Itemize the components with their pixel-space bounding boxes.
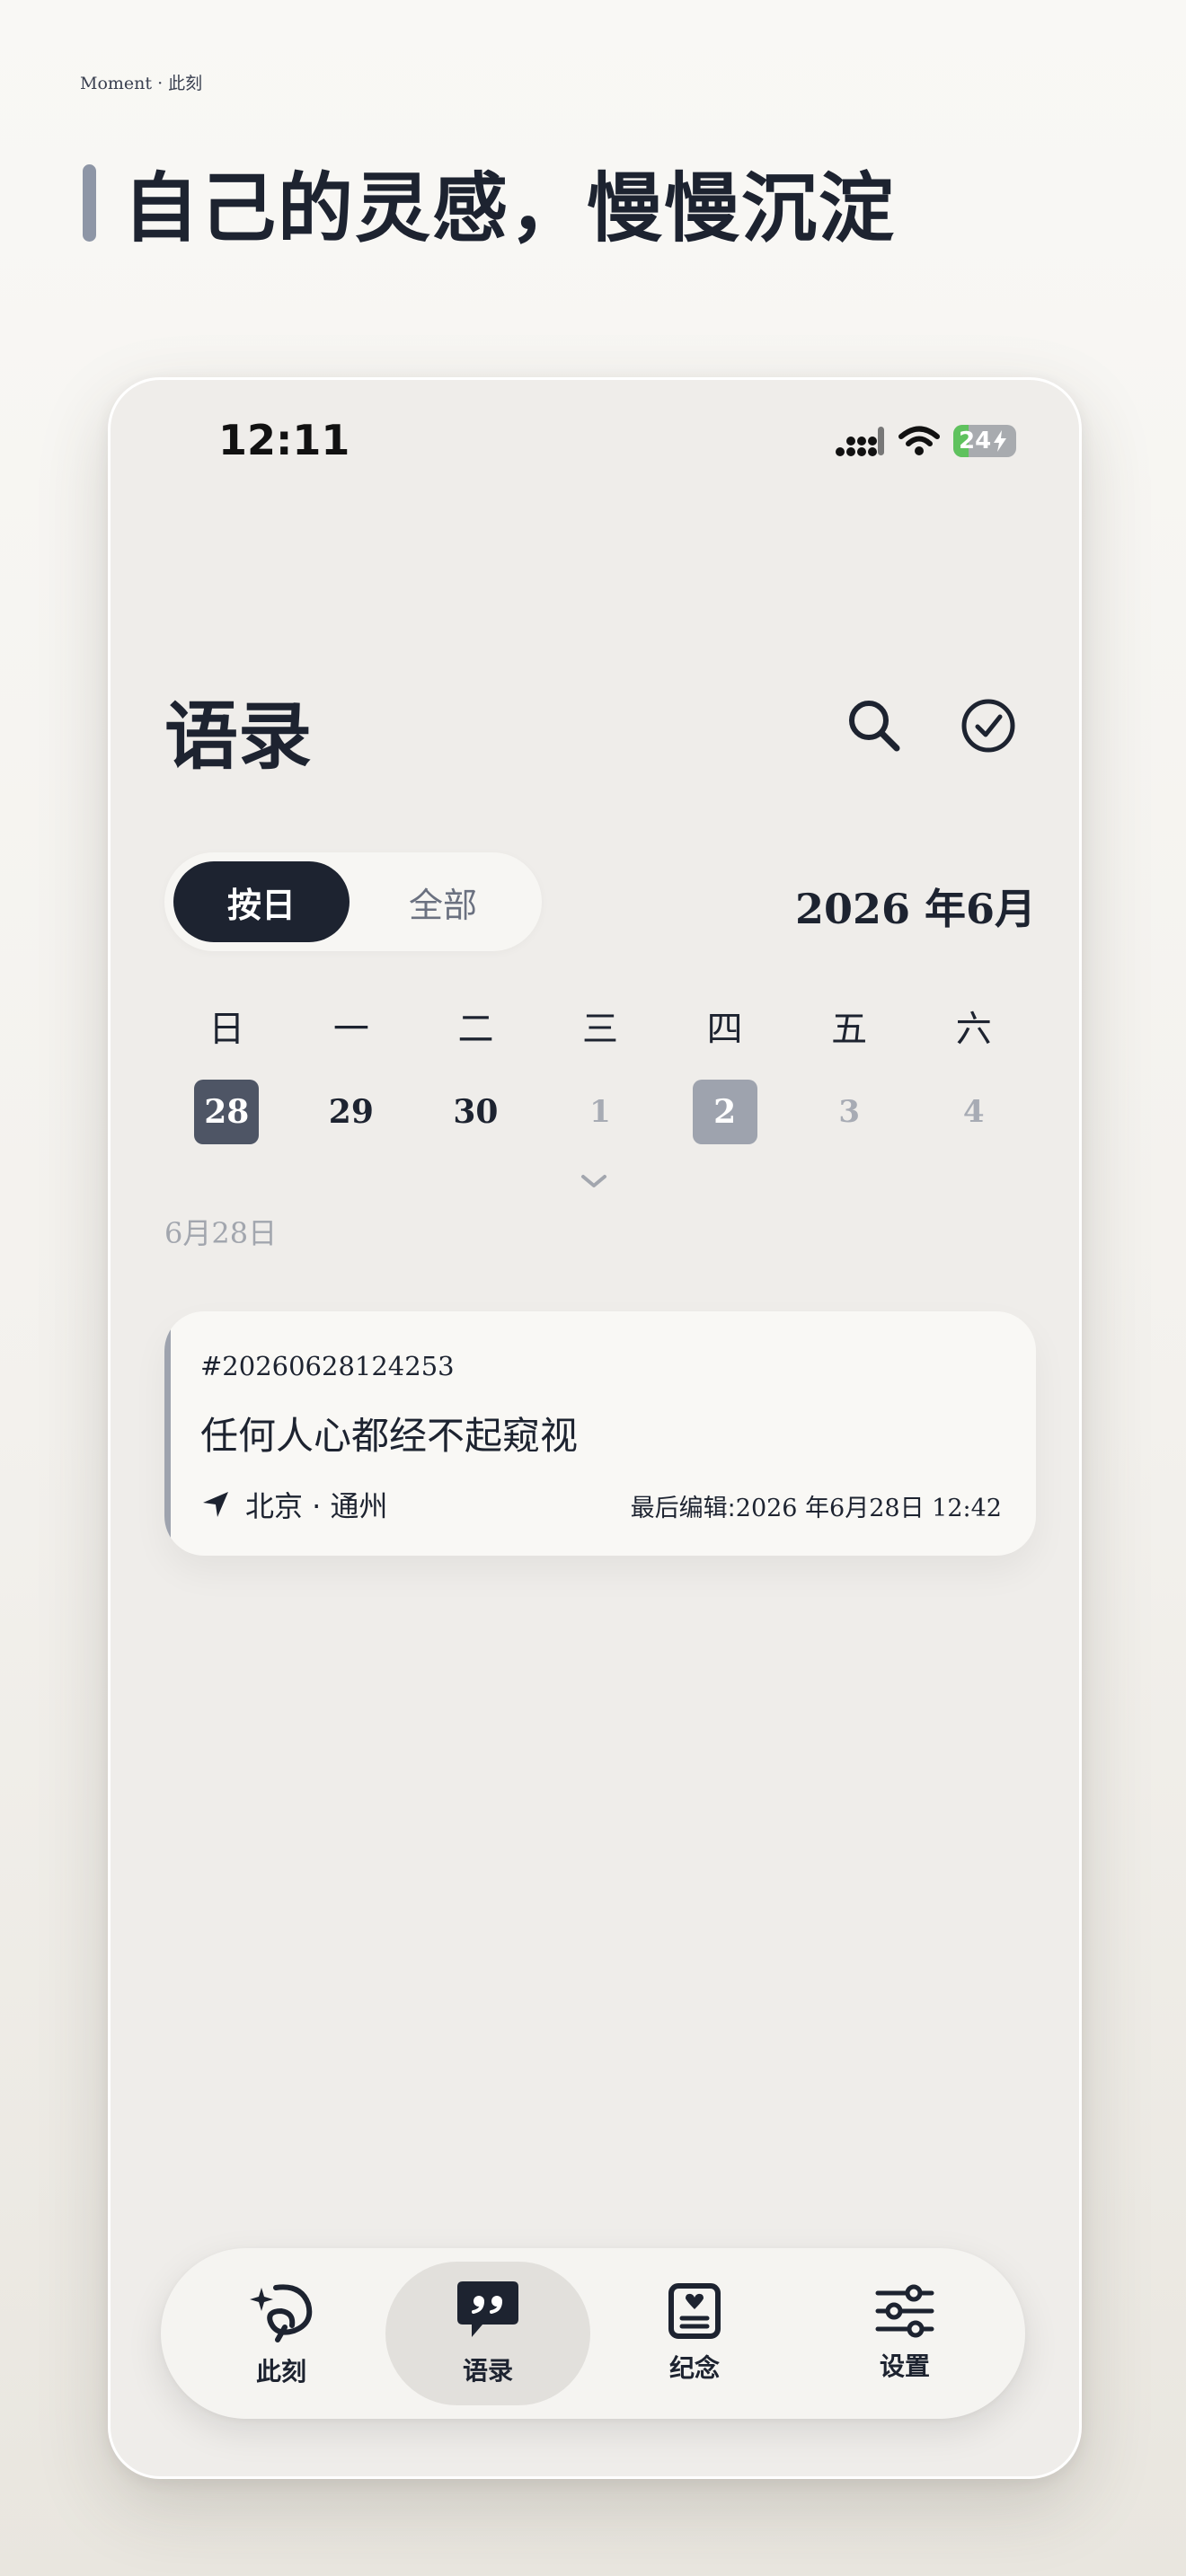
- tab-moment[interactable]: 此刻: [179, 2262, 384, 2405]
- day-number: 3: [838, 1094, 860, 1130]
- check-circle-icon: [961, 699, 1015, 753]
- edit-time: 2026 年6月28日 12:42: [735, 1495, 1002, 1522]
- weekday-header: 日 一 二 三 四 五 六: [164, 1000, 1036, 1052]
- day-number: 2: [692, 1080, 757, 1144]
- day-cell[interactable]: 3: [787, 1079, 912, 1145]
- headline: 自己的灵感，慢慢沉淀: [83, 160, 896, 252]
- day-number: 1: [589, 1094, 611, 1130]
- weekday-wed: 三: [582, 1009, 619, 1050]
- wifi-icon: [898, 426, 940, 455]
- tab-bar: 此刻 语录 纪念 设置: [161, 2248, 1025, 2419]
- day-number: 30: [453, 1093, 499, 1131]
- weekday-sat: 六: [955, 1009, 992, 1050]
- tab-label: 此刻: [255, 2357, 306, 2386]
- day-cell[interactable]: 4: [911, 1079, 1036, 1145]
- select-button[interactable]: [952, 690, 1024, 762]
- tab-quotes[interactable]: 语录: [385, 2262, 590, 2405]
- sliders-icon: [875, 2284, 934, 2338]
- entry-location: 北京 · 通州: [200, 1484, 388, 1525]
- day-cell-selected[interactable]: 28: [164, 1079, 289, 1145]
- headline-text: 自己的灵感，慢慢沉淀: [123, 164, 897, 252]
- selected-date-caption: 6月28日: [164, 1216, 278, 1250]
- segment-all[interactable]: 全部: [355, 861, 531, 942]
- view-mode-segmented-control: 按日 全部: [164, 852, 542, 951]
- weekday-sun: 日: [208, 1009, 245, 1050]
- location-text: 北京 · 通州: [245, 1489, 388, 1523]
- entry-text: 任何人心都经不起窥视: [200, 1414, 579, 1458]
- weekday-fri: 五: [831, 1009, 868, 1050]
- charging-bolt-icon: [994, 430, 1007, 452]
- brand-caption: Moment · 此刻: [80, 74, 203, 93]
- day-cell[interactable]: 29: [289, 1079, 414, 1145]
- memorial-card-icon: [668, 2283, 721, 2339]
- headline-accent-bar: [83, 163, 96, 242]
- tab-memorial[interactable]: 纪念: [592, 2262, 797, 2405]
- weekday-tue: 二: [457, 1009, 494, 1050]
- quote-card[interactable]: #20260628124253 任何人心都经不起窥视 北京 · 通州 最后编辑:…: [164, 1311, 1036, 1556]
- status-icons: 24: [835, 425, 1016, 457]
- phone-screen: 12:11 24 语录 按日 全部 2026 年6月 日 一 二 三 四 五 六…: [108, 377, 1082, 2479]
- edit-prefix: 最后编辑:: [630, 1495, 736, 1522]
- page-title: 语录: [164, 694, 313, 780]
- day-cell[interactable]: 30: [413, 1079, 538, 1145]
- day-cell-today[interactable]: 2: [662, 1079, 787, 1145]
- day-cell[interactable]: 1: [538, 1079, 663, 1145]
- week-days-row: 28 29 30 1 2 3 4: [164, 1079, 1036, 1145]
- search-icon: [849, 701, 900, 752]
- weekday-thu: 四: [706, 1009, 743, 1050]
- tab-label: 设置: [879, 2351, 930, 2381]
- location-arrow-icon: [203, 1492, 228, 1517]
- entry-edit-time: 最后编辑:2026 年6月28日 12:42: [631, 1488, 1002, 1523]
- day-number: 4: [962, 1094, 985, 1130]
- battery-indicator: 24: [953, 425, 1016, 457]
- search-button[interactable]: [838, 690, 910, 762]
- status-time: 12:11: [218, 416, 350, 464]
- day-number: 29: [328, 1093, 374, 1131]
- cellular-signal-icon: [836, 427, 884, 456]
- card-accent-bar: [164, 1311, 171, 1556]
- tab-label: 语录: [462, 2356, 513, 2386]
- tab-settings[interactable]: 设置: [802, 2262, 1007, 2405]
- segment-by-day[interactable]: 按日: [173, 861, 350, 942]
- quote-bubble-icon: [457, 2281, 518, 2337]
- expand-calendar-chevron-down-icon[interactable]: [578, 1170, 610, 1192]
- month-label[interactable]: 2026 年6月: [795, 877, 1036, 936]
- entry-id: #20260628124253: [200, 1351, 455, 1381]
- tab-label: 纪念: [668, 2353, 720, 2383]
- sparkle-icon: [250, 2284, 313, 2342]
- day-number: 28: [194, 1080, 260, 1144]
- weekday-mon: 一: [332, 1009, 369, 1050]
- battery-percent: 24: [959, 428, 992, 454]
